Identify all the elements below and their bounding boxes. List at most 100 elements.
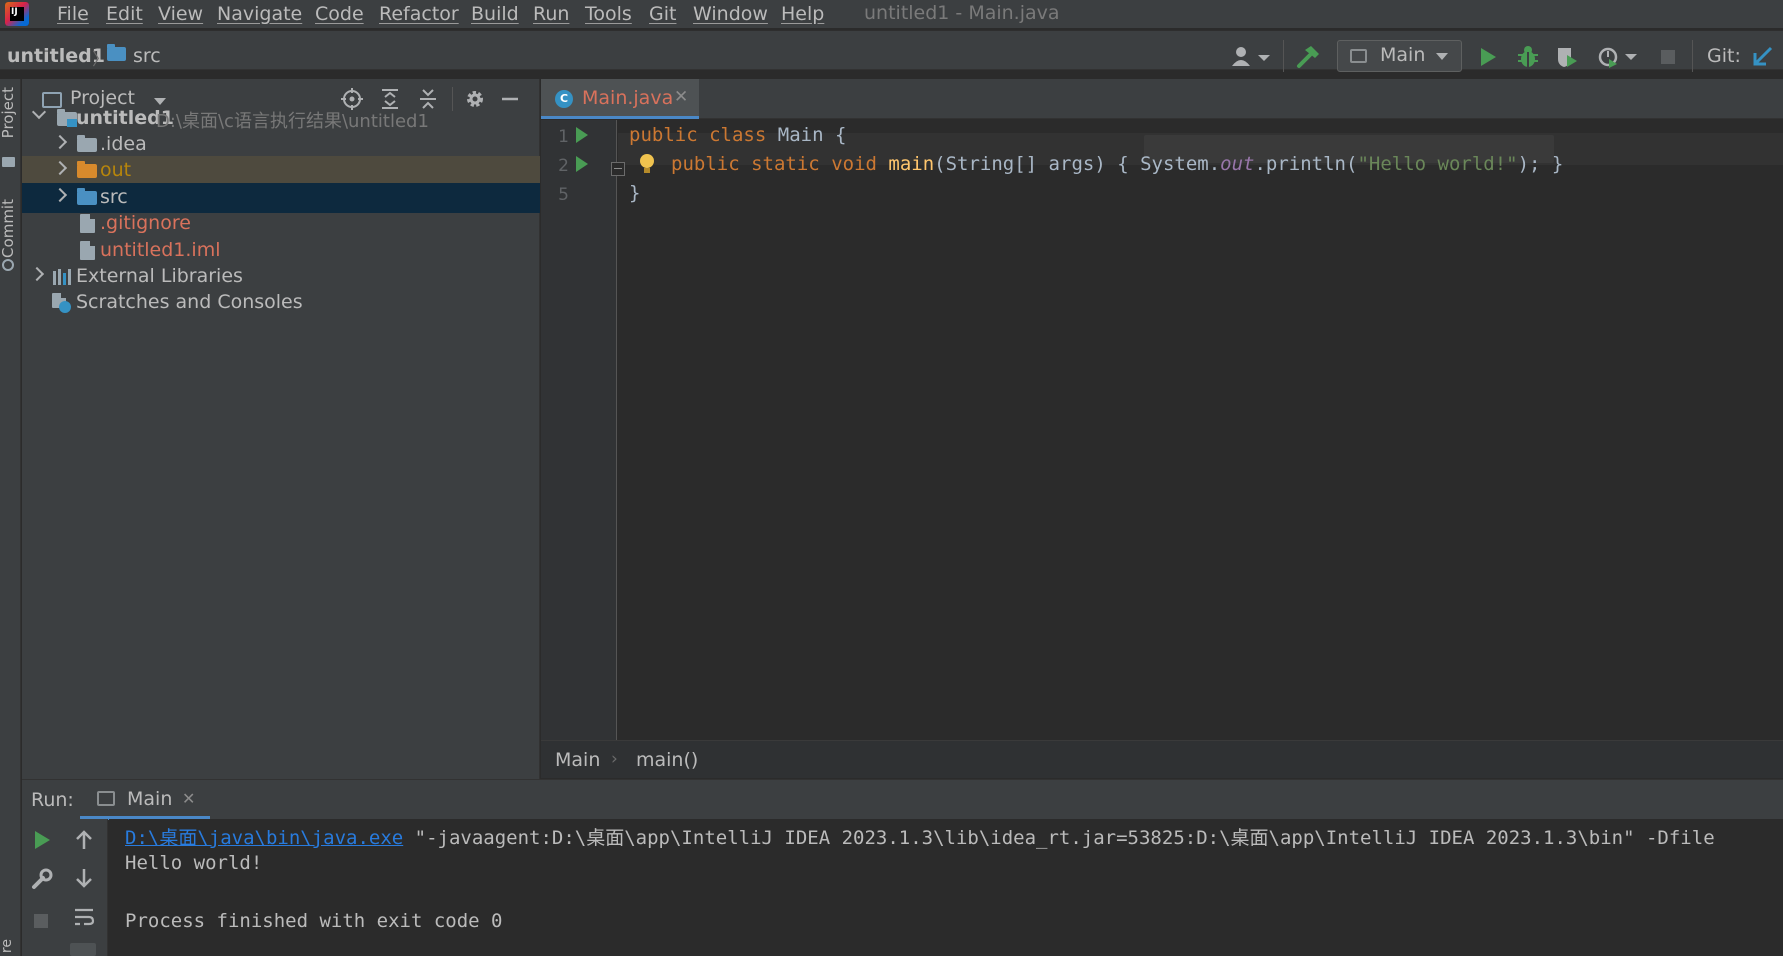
chevron-right-icon[interactable] [52,160,68,176]
code-editor[interactable]: 1 2 5 public class Main { public static … [541,120,1783,740]
line-number: 2 [558,156,569,176]
folder-icon [2,157,15,167]
library-icon [53,269,75,285]
run-toolbar [22,819,108,956]
application-icon [1350,49,1367,63]
run-configuration-label: Main [1380,44,1426,66]
tree-item-out[interactable]: out [22,156,540,186]
run-tab-label: Main [127,788,173,810]
editor-gutter: 1 2 5 [541,120,617,740]
stripe-tab-commit[interactable]: Commit [0,199,17,258]
navigation-bar: untitled1 〉 src [0,30,1783,70]
chevron-right-icon[interactable] [29,266,45,282]
source-folder-icon [77,188,97,205]
stop-icon[interactable] [34,914,48,928]
nav-crumb-src[interactable]: src [133,45,161,67]
tree-label: External Libraries [76,265,243,287]
run-gutter-icon[interactable] [576,156,588,172]
rerun-icon[interactable] [32,829,52,851]
tool-window-stripe: Project Commit re [0,79,21,956]
console-output-line: Hello world! [125,852,263,874]
folder-icon [77,135,97,152]
user-account-icon[interactable] [1230,45,1272,69]
console-exit-line: Process finished with exit code 0 [125,910,503,932]
lightbulb-icon[interactable] [640,154,654,173]
run-with-coverage-icon[interactable] [1555,45,1579,69]
run-gutter-icon[interactable] [576,127,588,143]
project-tool-window: Project untitled1 D:\桌面\c语言执行结果\untitled… [22,79,540,779]
arrow-up-icon[interactable] [74,829,94,851]
menu-build[interactable]: Build [471,3,519,25]
code-line-1: public class Main { [629,124,847,146]
menu-help[interactable]: Help [781,3,824,25]
intellij-logo-icon[interactable]: IJ [5,2,29,26]
menu-bar: IJ File Edit View Navigate Code Refactor… [0,0,1783,28]
breadcrumb-separator: › [611,749,618,769]
menu-git[interactable]: Git [649,3,676,25]
debug-bug-icon[interactable] [1517,45,1539,69]
breadcrumb-method[interactable]: main() [636,749,698,771]
breadcrumb-class[interactable]: Main [555,749,600,771]
fold-toggle-icon[interactable] [611,162,625,176]
tree-item-scratches[interactable]: Scratches and Consoles [22,288,540,318]
menu-window[interactable]: Window [693,3,768,25]
tree-label: untitled1.iml [100,239,221,261]
run-tool-window-header: Run: Main ✕ [22,779,1783,820]
menu-refactor[interactable]: Refactor [379,3,459,25]
soft-wrap-icon[interactable] [72,905,96,929]
excluded-folder-icon [77,161,97,178]
ignore-file-icon [80,214,95,233]
menu-code[interactable]: Code [315,3,364,25]
code-line-3: } [629,182,641,204]
wrench-icon[interactable] [30,867,54,891]
menu-tools[interactable]: Tools [585,3,632,25]
java-exe-link[interactable]: D:\桌面\java\bin\java.exe [125,827,403,849]
console-command-line: D:\桌面\java\bin\java.exe "-javaagent:D:\桌… [125,827,1715,849]
run-icon[interactable] [1478,46,1498,68]
chevron-down-icon [1436,53,1448,60]
menu-navigate[interactable]: Navigate [217,3,302,25]
menu-edit[interactable]: Edit [106,3,143,25]
tree-label: out [100,159,132,181]
run-configuration-selector[interactable]: Main [1337,40,1462,72]
menu-file[interactable]: File [57,3,89,25]
toolbar-divider [1283,40,1284,72]
git-update-arrow-icon[interactable] [1752,45,1774,67]
java-class-icon: C [555,90,573,108]
build-hammer-icon[interactable] [1295,44,1321,70]
menu-run[interactable]: Run [533,3,569,25]
tree-label: src [100,186,128,208]
application-icon [97,791,115,806]
chevron-right-icon[interactable] [52,187,68,203]
run-console[interactable]: D:\桌面\java\bin\java.exe "-javaagent:D:\桌… [109,819,1783,956]
tree-item-gitignore[interactable]: .gitignore [22,209,540,239]
scroll-to-end-icon[interactable] [70,943,96,956]
close-icon[interactable]: ✕ [182,789,195,808]
stripe-tab-structure[interactable]: re [0,939,15,953]
run-label: Run: [31,789,74,811]
run-tab-main[interactable]: Main ✕ [80,780,210,820]
arrow-down-icon[interactable] [74,867,94,889]
stop-icon[interactable] [1661,50,1675,64]
tree-label: Scratches and Consoles [76,291,303,313]
editor-tab-bar: C Main.java ✕ [541,79,1783,119]
chevron-down-icon[interactable] [31,104,47,120]
clock-badge-icon [59,301,71,313]
window-title: untitled1 - Main.java [864,2,1060,24]
module-file-icon [80,241,95,260]
menu-view[interactable]: View [158,3,203,25]
toolbar-divider [1692,40,1693,72]
tree-label: .idea [100,133,147,155]
nav-crumb-project[interactable]: untitled1 [7,45,105,67]
git-label: Git: [1707,45,1741,67]
tab-main-java[interactable]: C Main.java ✕ [541,79,699,119]
tree-label: .gitignore [100,212,191,234]
folder-icon [107,44,126,61]
code-line-2: public static void main(String[] args) {… [671,153,1564,175]
chevron-right-icon[interactable] [52,134,68,150]
tab-label: Main.java [582,87,674,109]
stripe-tab-project[interactable]: Project [0,87,17,138]
line-number: 1 [558,127,569,147]
close-icon[interactable]: ✕ [674,87,688,107]
profiler-icon[interactable] [1597,45,1637,69]
